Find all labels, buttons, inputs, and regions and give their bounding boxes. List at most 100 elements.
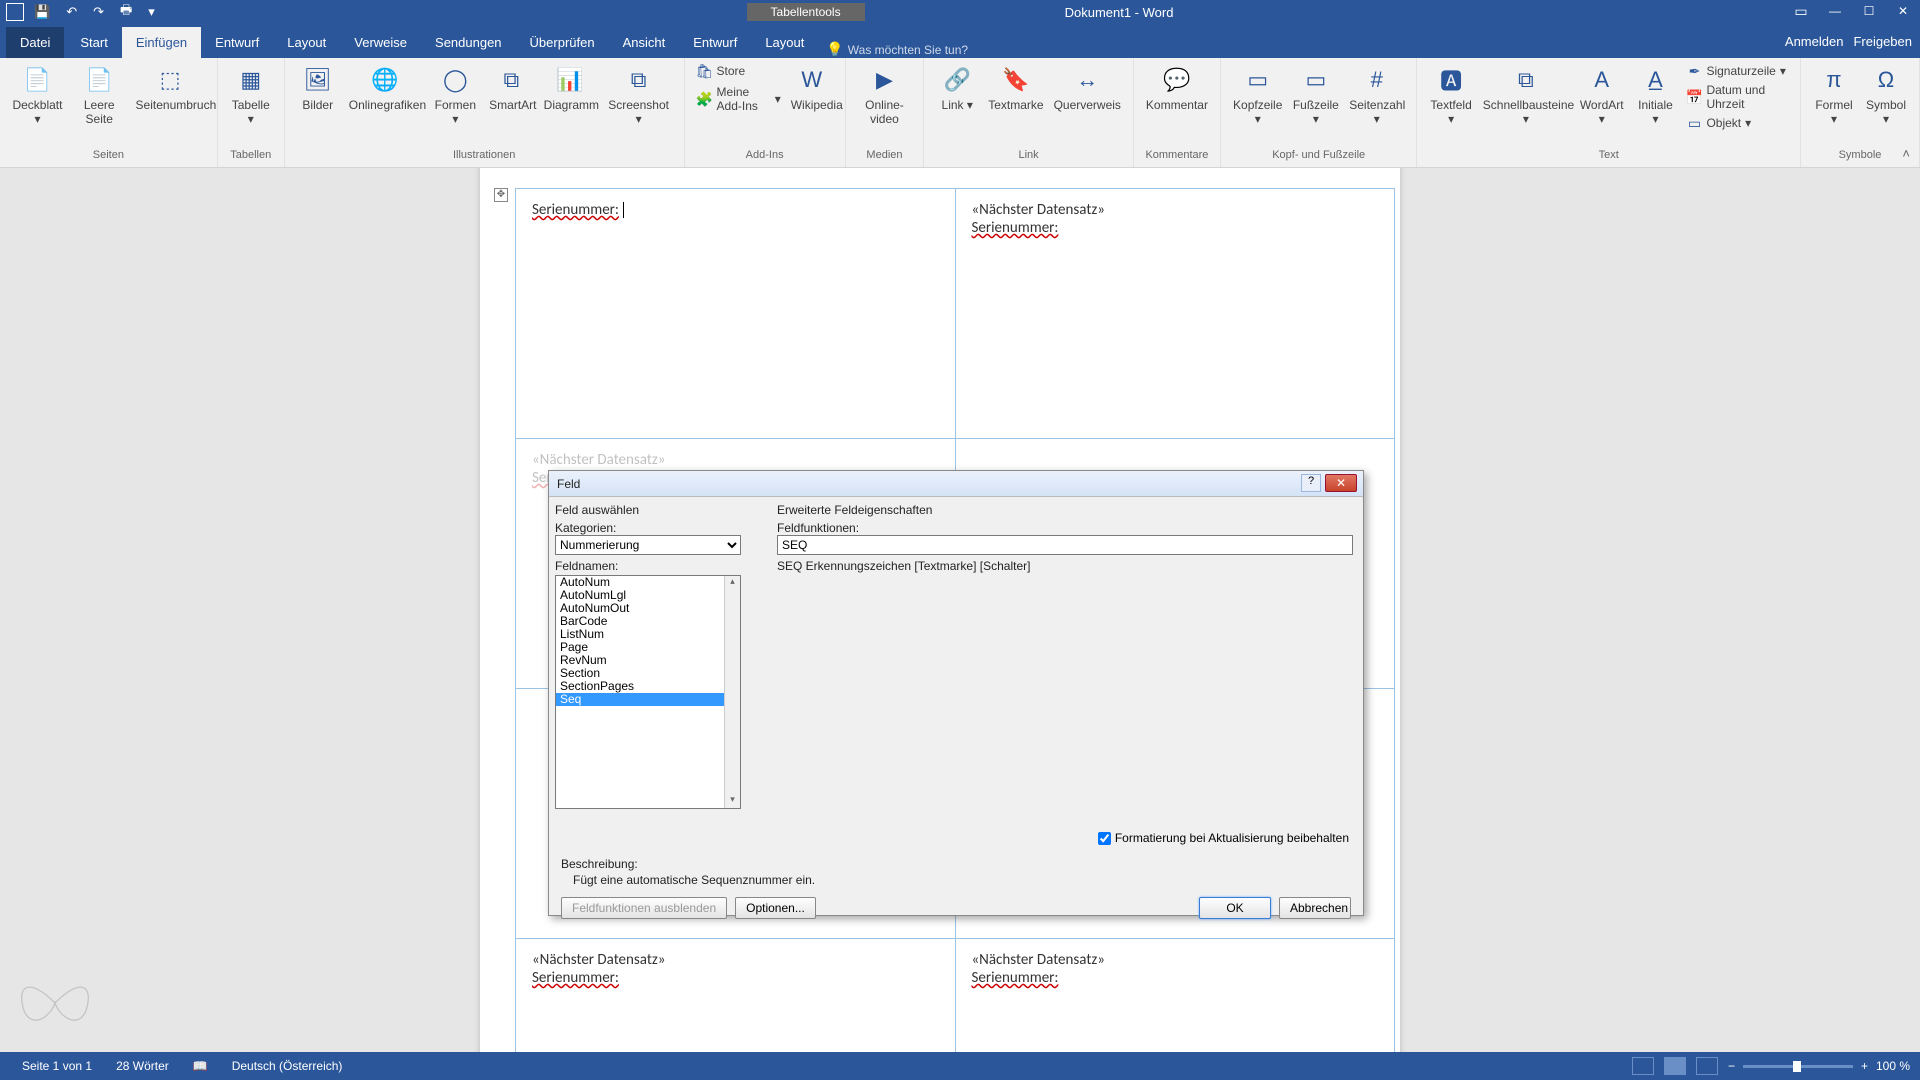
next-record-field[interactable]: «Nächster Datensatz» <box>532 951 665 969</box>
fieldnames-label: Feldnamen: <box>555 559 765 573</box>
read-mode-view-button[interactable] <box>1632 1057 1654 1075</box>
ribbon-options-icon[interactable]: ▭ <box>1784 0 1818 22</box>
category-select[interactable]: Nummerierung <box>555 535 741 555</box>
comment-button[interactable]: 💬Kommentar <box>1142 62 1212 114</box>
bookmark-button[interactable]: 🔖Textmarke <box>984 62 1047 114</box>
quickparts-button[interactable]: ⧉Schnellbausteine ▾ <box>1479 62 1573 128</box>
wikipedia-button[interactable]: WWikipedia <box>787 62 837 114</box>
description-label: Beschreibung: <box>561 857 1351 871</box>
preserve-formatting-label: Formatierung bei Aktualisierung beibehal… <box>1115 831 1349 845</box>
my-addins-button[interactable]: 🧩Meine Add-Ins ▾ <box>693 84 785 114</box>
tab-insert[interactable]: Einfügen <box>122 27 201 58</box>
smartart-button[interactable]: ⧉SmartArt <box>485 62 538 114</box>
tab-start[interactable]: Start <box>66 27 121 58</box>
close-icon[interactable]: ✕ <box>1886 0 1920 22</box>
pagenum-icon: # <box>1361 64 1393 96</box>
print-layout-view-button[interactable] <box>1664 1057 1686 1075</box>
cancel-button[interactable]: Abbrechen <box>1279 897 1351 919</box>
tab-file[interactable]: Datei <box>6 27 64 58</box>
listbox-scrollbar[interactable]: ▴▾ <box>724 576 740 808</box>
table-move-handle-icon[interactable]: ✥ <box>494 188 508 202</box>
symbol-button[interactable]: ΩSymbol ▾ <box>1861 62 1911 128</box>
chart-button[interactable]: 📊Diagramm <box>540 62 600 114</box>
zoom-level[interactable]: 100 % <box>1876 1059 1910 1073</box>
online-pictures-icon: 🌐 <box>369 64 401 96</box>
field-name-listbox[interactable]: AutoNumAutoNumLglAutoNumOutBarCodeListNu… <box>555 575 741 809</box>
footer-button[interactable]: ▭Fußzeile ▾ <box>1289 62 1344 128</box>
group-headerfooter-label: Kopf- und Fußzeile <box>1229 149 1408 163</box>
pagenum-button[interactable]: #Seitenzahl ▾ <box>1345 62 1408 128</box>
tab-view[interactable]: Ansicht <box>609 27 680 58</box>
tab-references[interactable]: Verweise <box>340 27 421 58</box>
shapes-button[interactable]: ◯Formen ▾ <box>428 62 484 128</box>
dropcap-button[interactable]: A̲Initiale ▾ <box>1630 62 1680 128</box>
online-pictures-button[interactable]: 🌐Onlinegrafiken <box>345 62 426 114</box>
store-button[interactable]: 🛍Store <box>693 62 785 80</box>
next-record-field[interactable]: «Nächster Datensatz» <box>972 201 1105 219</box>
cover-page-button[interactable]: 📄Deckblatt ▾ <box>8 62 67 128</box>
collapse-ribbon-icon[interactable]: ˄ <box>1902 146 1910 161</box>
maximize-icon[interactable]: ☐ <box>1852 0 1886 22</box>
tell-me-input[interactable]: 💡Was möchten Sie tun? <box>826 41 968 58</box>
cover-page-icon: 📄 <box>21 64 53 96</box>
ok-button[interactable]: OK <box>1199 897 1271 919</box>
equation-button[interactable]: πFormel ▾ <box>1809 62 1859 128</box>
textbox-button[interactable]: 🅰Textfeld ▾ <box>1425 62 1476 128</box>
status-page[interactable]: Seite 1 von 1 <box>10 1059 104 1073</box>
object-button[interactable]: ▭Objekt ▾ <box>1682 114 1792 132</box>
tab-design[interactable]: Entwurf <box>201 27 273 58</box>
group-comments-label: Kommentare <box>1142 149 1212 163</box>
field-function-input[interactable] <box>777 535 1353 555</box>
qat-redo-icon[interactable]: ↷ <box>87 4 110 20</box>
minimize-icon[interactable]: ― <box>1818 0 1852 22</box>
blank-page-button[interactable]: 📄Leere Seite <box>69 62 130 128</box>
hide-field-functions-button[interactable]: Feldfunktionen ausblenden <box>561 897 727 919</box>
share-button[interactable]: Freigeben <box>1853 34 1912 49</box>
bulb-icon: 💡 <box>826 41 843 58</box>
wordart-button[interactable]: AWordArt ▾ <box>1575 62 1628 128</box>
page-break-button[interactable]: ⬚Seitenumbruch <box>132 62 209 114</box>
description-text: Fügt eine automatische Sequenznummer ein… <box>561 871 1351 887</box>
signin-button[interactable]: Anmelden <box>1785 34 1844 49</box>
screenshot-button[interactable]: ⧉Screenshot ▾ <box>602 62 676 128</box>
web-layout-view-button[interactable] <box>1696 1057 1718 1075</box>
serial-field[interactable]: Serienummer: <box>972 219 1059 237</box>
options-button[interactable]: Optionen... <box>735 897 816 919</box>
pictures-button[interactable]: 🖼Bilder <box>293 62 343 114</box>
crossref-button[interactable]: ↔Querverweis <box>1050 62 1125 114</box>
dialog-close-button[interactable]: ✕ <box>1325 474 1357 492</box>
zoom-slider[interactable] <box>1743 1065 1853 1068</box>
link-button[interactable]: 🔗Link ▾ <box>932 62 982 114</box>
qat-save-icon[interactable]: 💾 <box>28 4 56 20</box>
next-record-field[interactable]: «Nächster Datensatz» <box>972 951 1105 969</box>
serial-field[interactable]: Serienummer: <box>972 969 1059 987</box>
tab-layout[interactable]: Layout <box>273 27 340 58</box>
status-proofing-icon[interactable]: 📖 <box>181 1059 220 1073</box>
qat-customize-icon[interactable]: ▾ <box>142 4 161 20</box>
signature-button[interactable]: ✒Signaturzeile ▾ <box>1682 62 1792 80</box>
preserve-formatting-checkbox[interactable] <box>1098 832 1111 845</box>
status-word-count[interactable]: 28 Wörter <box>104 1059 181 1073</box>
table-button[interactable]: ▦Tabelle ▾ <box>226 62 276 128</box>
app-logo <box>6 3 24 21</box>
qat-undo-icon[interactable]: ↶ <box>60 4 83 20</box>
zoom-out-button[interactable]: − <box>1728 1059 1735 1073</box>
tab-mailings[interactable]: Sendungen <box>421 27 516 58</box>
group-link-label: Link <box>932 149 1125 163</box>
serial-field[interactable]: Serienummer: <box>532 969 619 987</box>
online-video-button[interactable]: ▶Online-video <box>854 62 915 128</box>
field-list-item[interactable]: SectionPages <box>556 680 740 693</box>
dialog-help-button[interactable]: ? <box>1301 474 1321 492</box>
smartart-icon: ⧉ <box>495 64 527 96</box>
tab-review[interactable]: Überprüfen <box>516 27 609 58</box>
header-button[interactable]: ▭Kopfzeile ▾ <box>1229 62 1287 128</box>
advanced-props-heading: Erweiterte Feldeigenschaften <box>777 503 1357 517</box>
tab-table-design[interactable]: Entwurf <box>679 27 751 58</box>
status-language[interactable]: Deutsch (Österreich) <box>220 1059 355 1073</box>
serial-field[interactable]: Serienummer: <box>532 201 619 219</box>
tab-table-layout[interactable]: Layout <box>751 27 818 58</box>
field-list-item[interactable]: Seq <box>556 693 740 706</box>
datetime-button[interactable]: 📅Datum und Uhrzeit <box>1682 82 1792 112</box>
qat-preview-icon[interactable]: 🖶 <box>114 1 138 23</box>
zoom-in-button[interactable]: + <box>1861 1059 1868 1073</box>
